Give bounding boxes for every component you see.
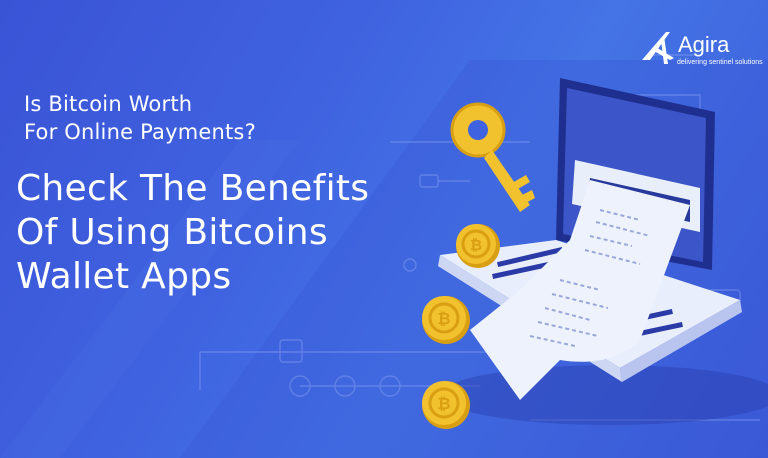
title-line-2: Of Using Bitcoins bbox=[16, 212, 328, 253]
brand-tagline: delivering sentinel solutions bbox=[677, 59, 763, 66]
svg-text:₿: ₿ bbox=[437, 394, 450, 413]
question-line-2: For Online Payments? bbox=[24, 120, 256, 144]
brand-logo[interactable]: Agira delivering sentinel solutions bbox=[640, 28, 763, 72]
question-line-1: Is Bitcoin Worth bbox=[24, 92, 193, 116]
bitcoin-coin-icon: ₿ bbox=[456, 224, 500, 268]
title-line-1: Check The Benefits bbox=[16, 168, 370, 209]
svg-text:₿: ₿ bbox=[437, 309, 450, 328]
banner: ₿ ₿ ₿ Agira delivering sentinel solution… bbox=[0, 0, 768, 458]
agira-logo-icon bbox=[642, 32, 674, 64]
svg-text:₿: ₿ bbox=[470, 236, 482, 254]
bitcoin-coin-icon: ₿ bbox=[422, 296, 470, 344]
brand-name: Agira bbox=[678, 32, 730, 57]
bitcoin-coin-icon: ₿ bbox=[422, 381, 470, 429]
title-line-3: Wallet Apps bbox=[16, 256, 232, 297]
